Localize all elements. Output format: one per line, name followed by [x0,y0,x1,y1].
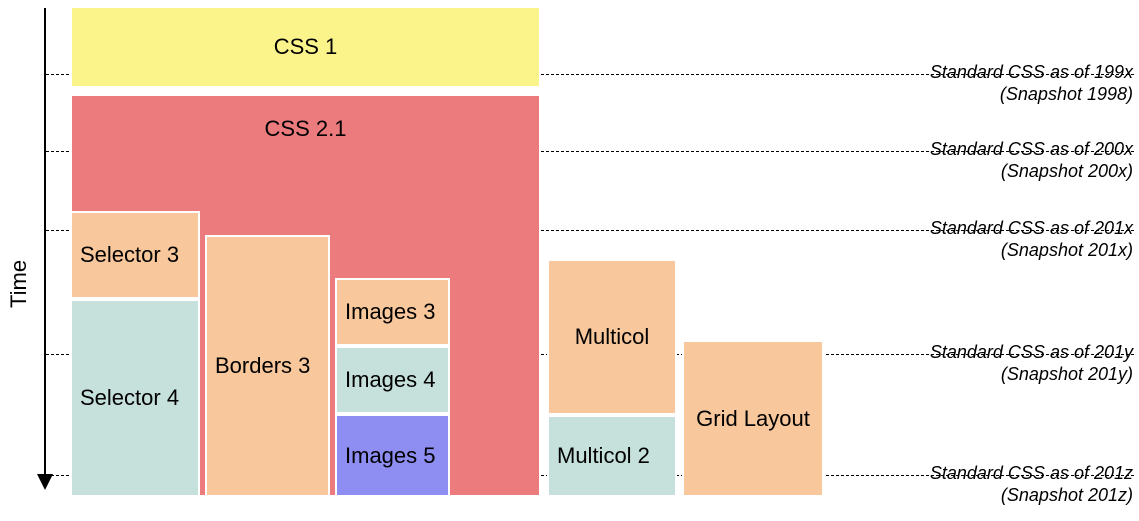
block-label: Selector 4 [80,385,179,411]
block-label: Multicol 2 [557,443,650,469]
block-gridlayout: Grid Layout [682,340,824,497]
block-images3: Images 3 [335,278,450,346]
block-label: Grid Layout [696,406,810,432]
axis-label-time: Time [6,260,32,308]
block-label: Borders 3 [215,353,310,379]
block-label: CSS 2.1 [265,116,347,142]
caption-subtitle: (Snapshot 201z) [930,485,1133,507]
caption-subtitle: (Snapshot 200x) [930,161,1133,183]
block-multicol2: Multicol 2 [547,415,677,497]
block-css1: CSS 1 [70,6,541,88]
block-label: Multicol [575,324,650,350]
caption-201x: Standard CSS as of 201x (Snapshot 201x) [930,218,1133,261]
caption-subtitle: (Snapshot 201x) [930,240,1133,262]
caption-title: Standard CSS as of 201y [930,342,1133,362]
caption-201z: Standard CSS as of 201z (Snapshot 201z) [930,463,1133,506]
caption-200x: Standard CSS as of 200x (Snapshot 200x) [930,139,1133,182]
caption-title: Standard CSS as of 200x [930,139,1133,159]
block-label: Images 5 [345,443,436,469]
diagram-stage: Time Standard CSS as of 199x (Snapshot 1… [0,0,1139,521]
caption-title: Standard CSS as of 201x [930,218,1133,238]
caption-title: Standard CSS as of 199x [930,62,1133,82]
block-label: Selector 3 [80,242,179,268]
block-borders3: Borders 3 [205,235,330,497]
time-axis-arrowhead [37,474,53,490]
caption-title: Standard CSS as of 201z [930,463,1133,483]
time-axis-line [44,8,46,476]
block-label: Images 4 [345,367,436,393]
block-label: Images 3 [345,299,436,325]
caption-subtitle: (Snapshot 201y) [930,364,1133,386]
block-selector4: Selector 4 [70,299,200,497]
block-selector3: Selector 3 [70,211,200,299]
caption-199x: Standard CSS as of 199x (Snapshot 1998) [930,62,1133,105]
caption-201y: Standard CSS as of 201y (Snapshot 201y) [930,342,1133,385]
block-multicol: Multicol [547,259,677,415]
caption-subtitle: (Snapshot 1998) [930,84,1133,106]
block-label: CSS 1 [274,34,338,60]
block-images5: Images 5 [335,414,450,497]
block-images4: Images 4 [335,346,450,414]
